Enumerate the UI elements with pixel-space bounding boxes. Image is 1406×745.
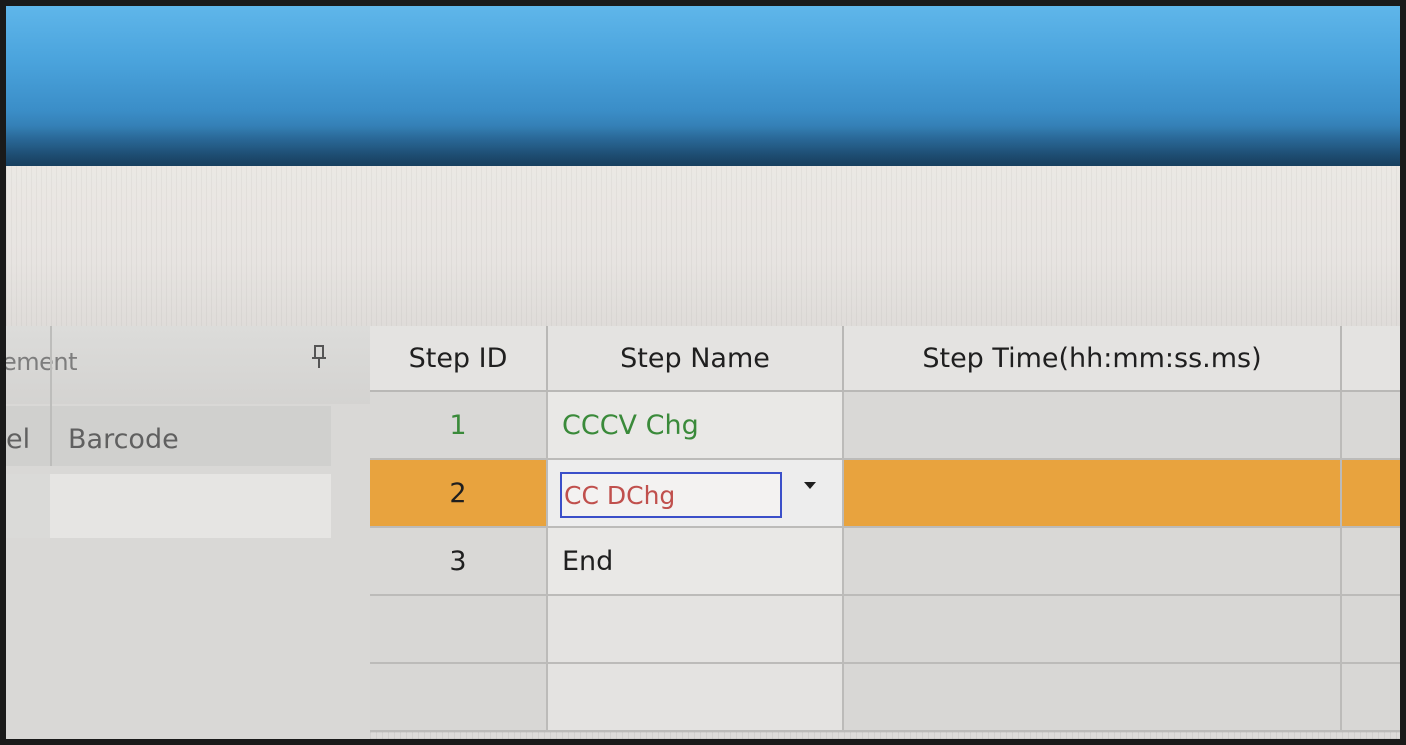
empty-cell[interactable]: [548, 664, 844, 732]
step-id-cell[interactable]: 2: [370, 460, 548, 528]
step-time-column-header[interactable]: Step Time(hh:mm:ss.ms): [844, 326, 1342, 392]
left-pane-title: ement: [2, 348, 78, 376]
step-name-combobox-value: CC DChg: [564, 480, 676, 510]
extra-cell[interactable]: [1342, 392, 1400, 460]
step-name-combobox[interactable]: CC DChg: [560, 472, 782, 518]
barcode-column-header[interactable]: Barcode: [68, 424, 179, 455]
extra-cell[interactable]: [1342, 460, 1400, 528]
table-row[interactable]: 1 CCCV Chg: [370, 392, 1400, 460]
step-time-cell[interactable]: [844, 528, 1342, 596]
table-row[interactable]: 3 End: [370, 528, 1400, 596]
step-name-cell[interactable]: CC DChg: [548, 460, 844, 528]
left-column-divider: [50, 326, 52, 466]
left-pane-row[interactable]: [6, 474, 331, 538]
empty-cell[interactable]: [548, 596, 844, 664]
step-name-cell[interactable]: CCCV Chg: [548, 392, 844, 460]
empty-cell[interactable]: [370, 596, 548, 664]
extra-cell[interactable]: [1342, 528, 1400, 596]
empty-cell[interactable]: [1342, 596, 1400, 664]
step-id-cell[interactable]: 1: [370, 392, 548, 460]
left-pane-column-header: el Barcode: [6, 406, 331, 466]
step-id-cell[interactable]: 3: [370, 528, 548, 596]
toolbar-area: [6, 166, 1400, 326]
step-id-column-header[interactable]: Step ID: [370, 326, 548, 392]
app-window: ement el Barcode Step ID Step Name Step …: [0, 0, 1406, 745]
step-time-cell[interactable]: [844, 392, 1342, 460]
left-row-cell[interactable]: [6, 474, 50, 538]
title-bar: [6, 6, 1400, 166]
empty-cell[interactable]: [844, 664, 1342, 732]
step-grid: Step ID Step Name Step Time(hh:mm:ss.ms)…: [370, 326, 1400, 739]
step-name-column-header[interactable]: Step Name: [548, 326, 844, 392]
left-pane-header: ement: [6, 326, 370, 404]
step-name-cell[interactable]: End: [548, 528, 844, 596]
empty-cell[interactable]: [370, 664, 548, 732]
left-column-header-partial[interactable]: el: [6, 424, 30, 455]
left-dock-pane: ement el Barcode: [6, 326, 370, 739]
empty-row[interactable]: [370, 664, 1400, 732]
empty-cell[interactable]: [844, 596, 1342, 664]
pin-icon[interactable]: [311, 344, 331, 372]
chevron-down-icon[interactable]: [804, 482, 816, 489]
extra-column-header[interactable]: [1342, 326, 1400, 392]
empty-cell[interactable]: [1342, 664, 1400, 732]
empty-row[interactable]: [370, 596, 1400, 664]
table-row-selected[interactable]: 2 CC DChg: [370, 460, 1400, 528]
step-time-cell[interactable]: [844, 460, 1342, 528]
